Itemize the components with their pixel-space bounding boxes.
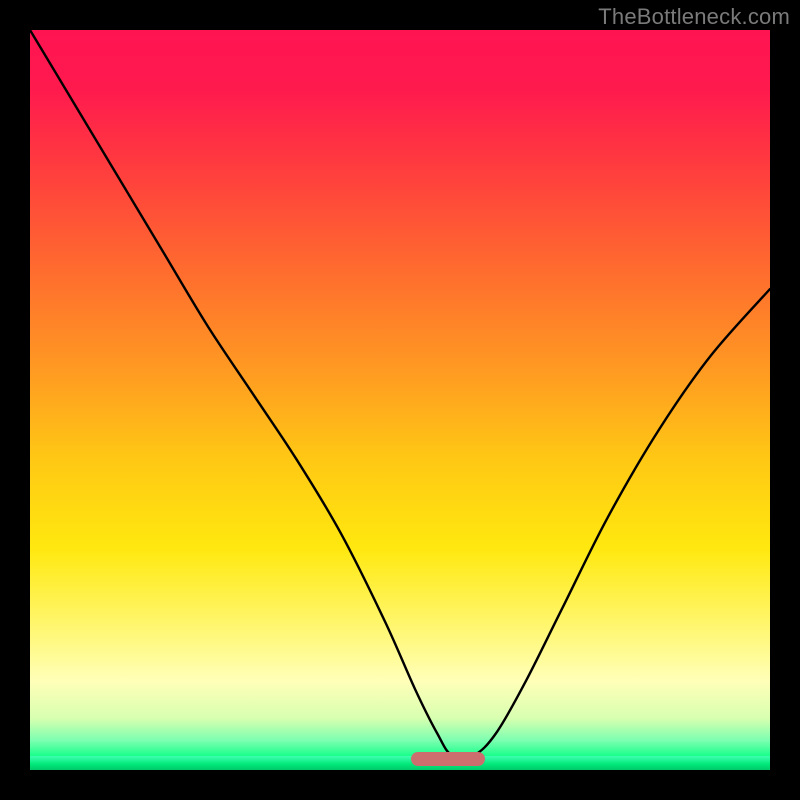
optimal-range-marker xyxy=(411,752,485,766)
bottleneck-curve xyxy=(30,30,770,770)
watermark-label: TheBottleneck.com xyxy=(598,4,790,30)
chart-frame: TheBottleneck.com xyxy=(0,0,800,800)
plot-area xyxy=(30,30,770,770)
